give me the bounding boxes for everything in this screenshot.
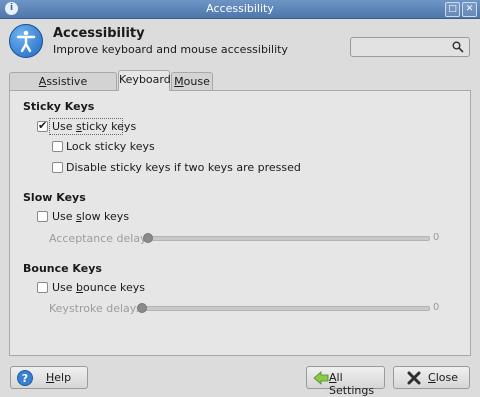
checkmark-icon: ✔ (38, 119, 48, 132)
acceptance-delay-label: Acceptance delay: (49, 232, 150, 245)
page-subtitle: Improve keyboard and mouse accessibility (53, 43, 288, 56)
slow-keys-heading: Slow Keys (23, 191, 86, 204)
use-bounce-keys-checkbox[interactable] (37, 282, 48, 293)
keystroke-delay-handle[interactable] (137, 303, 147, 313)
tab-assistive-technologies[interactable]: Assistive Technologies (9, 72, 117, 105)
lock-sticky-keys-checkbox[interactable] (52, 141, 63, 152)
keystroke-delay-slider[interactable] (139, 306, 430, 311)
sticky-keys-heading: Sticky Keys (23, 100, 95, 113)
back-arrow-icon (313, 371, 329, 385)
use-sticky-keys-label[interactable]: Use sticky keys (52, 120, 136, 133)
close-window-button[interactable]: ✕ (462, 2, 477, 17)
use-slow-keys-label[interactable]: Use slow keys (52, 210, 129, 223)
maximize-button[interactable]: □ (445, 2, 460, 17)
disable-sticky-keys-checkbox[interactable] (52, 162, 63, 173)
tab-keyboard[interactable]: Keyboard (118, 70, 171, 91)
page-title: Accessibility (53, 26, 145, 41)
acceptance-delay-value: 0 (433, 232, 440, 243)
search-icon[interactable] (452, 41, 464, 53)
bounce-keys-heading: Bounce Keys (23, 262, 102, 275)
acceptance-delay-handle[interactable] (143, 233, 153, 243)
use-bounce-keys-label[interactable]: Use bounce keys (52, 281, 145, 294)
all-settings-button[interactable]: All Settings (306, 366, 385, 397)
svg-text:?: ? (22, 372, 28, 385)
use-slow-keys-checkbox[interactable] (37, 211, 48, 222)
use-sticky-keys-checkbox[interactable]: ✔ (37, 119, 48, 132)
disable-sticky-keys-label[interactable]: Disable sticky keys if two keys are pres… (66, 161, 301, 174)
close-button[interactable]: Close (393, 366, 470, 389)
keystroke-delay-label: Keystroke delay: (49, 302, 140, 315)
tab-mouse[interactable]: Mouse (171, 72, 213, 90)
tab-label: ouse (183, 75, 210, 88)
tab-mnemonic: M (174, 75, 184, 88)
search-box[interactable] (350, 37, 470, 58)
help-button[interactable]: ? Help (10, 366, 88, 389)
title-bar[interactable]: i Accessibility □ ✕ (0, 0, 480, 19)
accessibility-icon (9, 24, 43, 58)
tab-label: Keyboard (119, 73, 171, 86)
keystroke-delay-value: 0 (433, 302, 440, 313)
help-icon: ? (17, 370, 33, 386)
acceptance-delay-slider[interactable] (145, 236, 430, 241)
close-icon (407, 371, 421, 385)
search-input[interactable] (354, 38, 454, 58)
window-title: Accessibility (206, 2, 274, 15)
lock-sticky-keys-label[interactable]: Lock sticky keys (66, 140, 155, 153)
